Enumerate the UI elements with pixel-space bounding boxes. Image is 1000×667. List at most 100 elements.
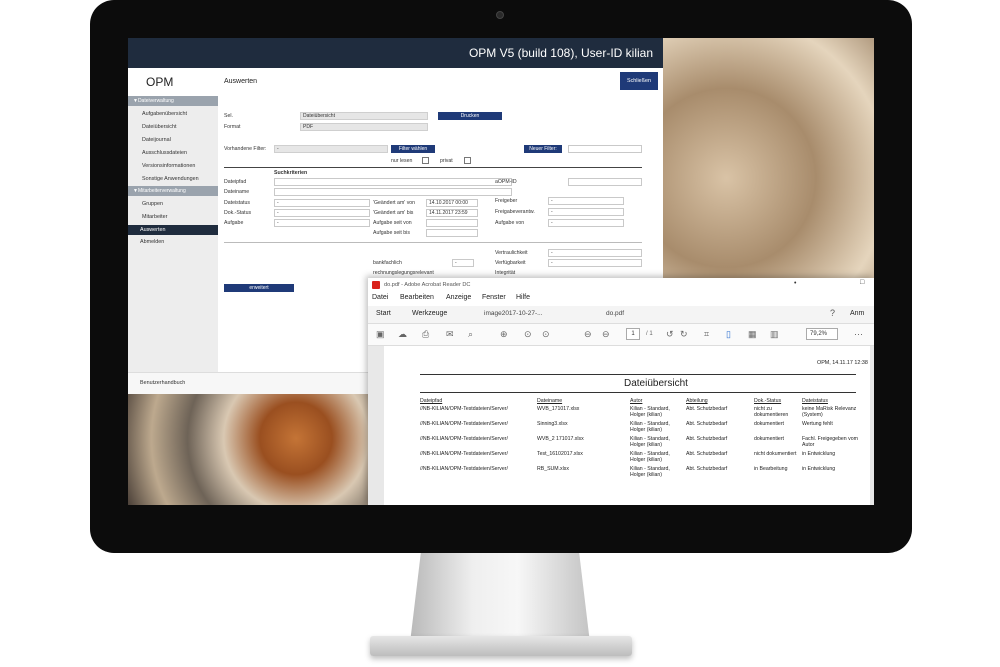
format-field[interactable]: PDF xyxy=(300,123,428,131)
cell: //NB-KILIAN/OPM-Testdateien/Server/ xyxy=(420,436,508,442)
cell: Fachl. Freigegeben vom Autor xyxy=(802,436,858,448)
crop-icon[interactable]: ⌗ xyxy=(704,329,709,340)
scroll-icon[interactable]: ▦ xyxy=(748,329,757,340)
task-to-input[interactable] xyxy=(426,229,478,237)
mail-icon[interactable]: ✉ xyxy=(446,329,454,340)
sel-field[interactable]: Dateiübersicht xyxy=(300,112,428,120)
sidebar-item-versionsinformationen[interactable]: Versionsinformationen xyxy=(142,163,195,169)
changed-to-input[interactable]: 14.11.2017 23:59 xyxy=(426,209,478,217)
opm-id-label: aOPM-ID xyxy=(495,179,517,185)
cell: WVB_171017.xlsx xyxy=(537,406,580,412)
help-icon[interactable]: ? xyxy=(830,308,835,318)
sel-label: Sel. xyxy=(224,113,233,119)
cell: //NB-KILIAN/OPM-Testdateien/Server/ xyxy=(420,466,508,472)
readonly-checkbox[interactable] xyxy=(422,157,429,164)
up-icon[interactable]: ⊕ xyxy=(500,329,508,340)
freigabeverantw-select[interactable]: - xyxy=(548,208,624,216)
acrobat-title: do.pdf - Adobe Acrobat Reader DC xyxy=(368,278,874,292)
menu-bearbeiten[interactable]: Bearbeiten xyxy=(400,294,434,301)
dateistatus-select[interactable]: - xyxy=(274,199,370,207)
next-page-icon[interactable]: ⊙ xyxy=(542,329,550,340)
sidebar-item-mitarbeiter[interactable]: Mitarbeiter xyxy=(142,214,167,220)
tab-werkzeuge[interactable]: Werkzeuge xyxy=(412,310,447,317)
opm-id-input[interactable] xyxy=(568,178,642,186)
acrobat-window: do.pdf - Adobe Acrobat Reader DC • □ Dat… xyxy=(368,278,874,505)
task-from-label: Aufgabe seit von xyxy=(373,220,412,226)
sidebar-section-mitarbeiterverwaltung[interactable]: ▼Mitarbeiterverwaltung xyxy=(128,186,218,196)
sidebar-item-aufgabenuebersicht[interactable]: Aufgabenübersicht xyxy=(142,111,187,117)
close-button[interactable]: Schließen xyxy=(620,72,658,90)
new-filter-input[interactable] xyxy=(568,145,642,153)
doc-title: Dateiübersicht xyxy=(624,378,688,389)
upload-icon[interactable]: ☁ xyxy=(398,329,407,340)
doc-date: OPM, 14.11.17 12:38 xyxy=(817,360,868,366)
tab-bar: Start Werkzeuge image2017-10-27-... do.p… xyxy=(368,306,874,324)
dateiname-input[interactable] xyxy=(274,188,512,196)
dateipfad-label: Dateipfad xyxy=(224,179,247,185)
cell: keine MaRisk Relevanz (System) xyxy=(802,406,857,418)
sidebar-item-sonstige[interactable]: Sonstige Anwendungen xyxy=(142,176,199,182)
search-icon[interactable]: ⌕ xyxy=(468,329,473,340)
tab-image[interactable]: image2017-10-27-... xyxy=(484,310,543,317)
two-page-icon[interactable]: ▥ xyxy=(770,329,779,340)
sidebar-item-dateijournal[interactable]: Dateijournal xyxy=(142,137,171,143)
app-title: OPM V5 (build 108), User-ID kilian xyxy=(468,46,653,60)
help-link[interactable]: Benutzerhandbuch xyxy=(140,380,185,386)
sidebar-item-ausschlussdateien[interactable]: Ausschlussdateien xyxy=(142,150,187,156)
freigeber-select[interactable]: - xyxy=(548,197,624,205)
private-checkbox[interactable] xyxy=(464,157,471,164)
print-button[interactable]: Drucken xyxy=(438,112,502,120)
sidebar-item-gruppen[interactable]: Gruppen xyxy=(142,201,163,207)
sidebar-item-abmelden[interactable]: Abmelden xyxy=(140,239,164,245)
menu-fenster[interactable]: Fenster xyxy=(482,294,506,301)
page-view-icon[interactable]: ▯ xyxy=(726,329,731,340)
cell: //NB-KILIAN/OPM-Testdateien/Server/ xyxy=(420,406,508,412)
dokstatus-select[interactable]: - xyxy=(274,209,370,217)
vertraulichkeit-select[interactable]: - xyxy=(548,249,642,257)
task-from-input[interactable] xyxy=(426,219,478,227)
sidebar-item-auswerten[interactable]: Auswerten xyxy=(128,225,218,235)
save-icon[interactable]: ▣ xyxy=(376,329,385,340)
tab-dopdf[interactable]: do.pdf xyxy=(606,310,624,317)
extended-button[interactable]: erweitert xyxy=(224,284,294,292)
menu-bar: Datei Bearbeiten Anzeige Fenster Hilfe xyxy=(368,292,874,306)
cell: Kilian - Standard, Holger (kilian) xyxy=(630,406,670,418)
cell: Kilian - Standard, Holger (kilian) xyxy=(630,466,670,478)
rotate-right-icon[interactable]: ↻ xyxy=(680,329,688,340)
login-link[interactable]: Anm xyxy=(850,310,864,317)
minimize-icon[interactable]: • xyxy=(794,280,796,287)
prev-page-icon[interactable]: ⊙ xyxy=(524,329,532,340)
changed-from-input[interactable]: 14.10.2017 00:00 xyxy=(426,199,478,207)
bankfachlich-select[interactable]: - xyxy=(452,259,474,267)
sidebar-section-dateiverwaltung[interactable]: ▼Dateiverwaltung xyxy=(128,96,218,106)
col-dateistatus: Dateistatus xyxy=(802,398,828,404)
maximize-icon[interactable]: □ xyxy=(860,279,864,286)
zoom-select[interactable]: 79,2% xyxy=(806,328,838,340)
new-filter-button[interactable]: Neuer Filter: xyxy=(524,145,562,153)
rotate-left-icon[interactable]: ↺ xyxy=(666,329,674,340)
task-to-label: Aufgabe seit bis xyxy=(373,230,410,236)
dateipfad-input[interactable] xyxy=(274,178,512,186)
filter-select-button[interactable]: Filter wählen xyxy=(391,145,435,153)
aufgabe-von-select[interactable]: - xyxy=(548,219,624,227)
print-icon[interactable]: ⎙ xyxy=(422,329,429,340)
tab-start[interactable]: Start xyxy=(376,310,391,317)
page-number-input[interactable]: 1 xyxy=(626,328,640,340)
sidebar-item-dateiuebersicht[interactable]: Dateiübersicht xyxy=(142,124,176,130)
cell: Sinning3.xlsx xyxy=(537,421,568,427)
aufgabe-select[interactable]: - xyxy=(274,219,370,227)
cell: in Entwicklung xyxy=(802,466,836,472)
menu-anzeige[interactable]: Anzeige xyxy=(446,294,471,301)
filter-field[interactable]: - xyxy=(274,145,388,153)
divider xyxy=(420,374,856,375)
verfuegbarkeit-select[interactable]: - xyxy=(548,259,642,267)
app-header: OPM V5 (build 108), User-ID kilian xyxy=(128,38,663,68)
more-icon[interactable]: ⋯ xyxy=(854,329,863,340)
cell: Abt. Schutzbedarf xyxy=(686,451,728,457)
back-icon[interactable]: ⊖ xyxy=(584,329,592,340)
cell: in Entwicklung xyxy=(802,451,836,457)
forward-icon[interactable]: ⊖ xyxy=(602,329,610,340)
col-dateipfad: Dateipfad xyxy=(420,398,443,404)
menu-datei[interactable]: Datei xyxy=(372,294,388,301)
menu-hilfe[interactable]: Hilfe xyxy=(516,294,530,301)
